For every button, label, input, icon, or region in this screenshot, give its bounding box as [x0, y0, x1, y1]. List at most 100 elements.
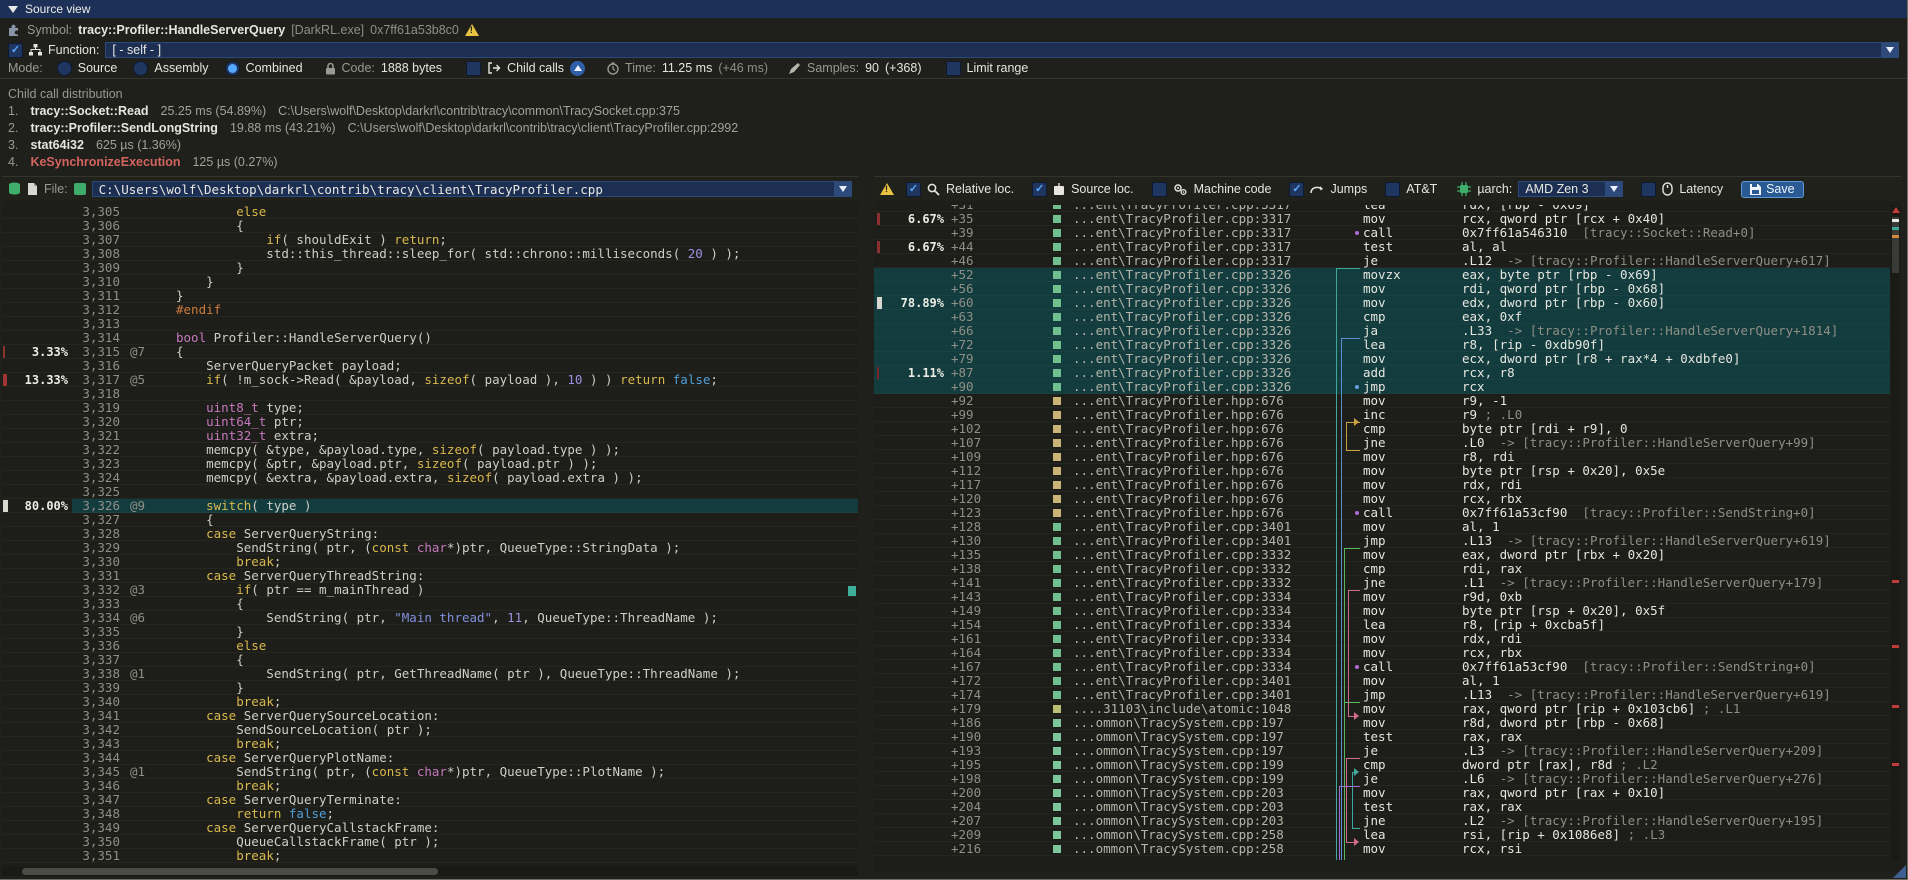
source-location[interactable]: ...ommon\TracySystem.cpp:197: [1073, 744, 1284, 758]
source-line[interactable]: 3,305 else: [2, 205, 858, 219]
child-call-name[interactable]: stat64i32: [30, 138, 84, 152]
source-line[interactable]: 3,345 @1 SendString( ptr, (const char*)p…: [2, 765, 858, 779]
relative-loc-label[interactable]: Relative loc.: [946, 182, 1014, 196]
source-line[interactable]: 3,322 memcpy( &type, &payload.type, size…: [2, 443, 858, 457]
source-location[interactable]: ...ent\TracyProfiler.cpp:3326: [1073, 310, 1291, 324]
source-location[interactable]: ...ent\TracyProfiler.cpp:3326: [1073, 282, 1291, 296]
child-call-item[interactable]: 4. KeSynchronizeExecution 125 µs (0.27%): [8, 153, 1907, 170]
assembly-row[interactable]: +99 ...ent\TracyProfiler.hpp:676 inc r9 …: [874, 408, 1890, 422]
assembly-row[interactable]: +195 ...ommon\TracySystem.cpp:199 cmp dw…: [874, 758, 1890, 772]
child-call-item[interactable]: 2. tracy::Profiler::SendLongString 19.88…: [8, 119, 1907, 136]
machine-code-label[interactable]: Machine code: [1194, 182, 1272, 196]
jumps-label[interactable]: Jumps: [1330, 182, 1367, 196]
chevron-down-icon[interactable]: [1605, 182, 1622, 196]
source-line[interactable]: 3,350 QueueCallstackFrame( ptr );: [2, 835, 858, 849]
assembly-row[interactable]: +56 ...ent\TracyProfiler.cpp:3326 mov rd…: [874, 282, 1890, 296]
source-line[interactable]: 3,339 }: [2, 681, 858, 695]
source-location[interactable]: ...ent\TracyProfiler.hpp:676: [1073, 464, 1284, 478]
limit-range-label[interactable]: Limit range: [967, 61, 1029, 75]
window-titlebar[interactable]: Source view: [0, 0, 1907, 18]
function-checkbox[interactable]: [8, 43, 23, 58]
child-call-name[interactable]: tracy::Socket::Read: [30, 104, 148, 118]
source-location[interactable]: ...ent\TracyProfiler.hpp:676: [1073, 394, 1284, 408]
source-line[interactable]: 3,340 break;: [2, 695, 858, 709]
source-location[interactable]: ...ommon\TracySystem.cpp:258: [1073, 828, 1284, 842]
assembly-row[interactable]: +130 ...ent\TracyProfiler.cpp:3401 jmp .…: [874, 534, 1890, 548]
source-location[interactable]: ...ent\TracyProfiler.cpp:3326: [1073, 366, 1291, 380]
source-line[interactable]: 3,320 uint64_t ptr;: [2, 415, 858, 429]
source-location[interactable]: ...ent\TracyProfiler.cpp:3326: [1073, 338, 1291, 352]
assembly-vertical-scrollbar[interactable]: [1891, 205, 1900, 860]
source-scroll-marker[interactable]: [848, 586, 856, 596]
source-location[interactable]: ...ent\TracyProfiler.cpp:3332: [1073, 562, 1291, 576]
assembly-row[interactable]: +198 ...ommon\TracySystem.cpp:199 je .L6…: [874, 772, 1890, 786]
assembly-row[interactable]: 78.89% +60 ...ent\TracyProfiler.cpp:3326…: [874, 296, 1890, 310]
save-button[interactable]: Save: [1741, 181, 1804, 198]
limit-range-checkbox[interactable]: [946, 61, 961, 76]
source-line[interactable]: 3,348 return false;: [2, 807, 858, 821]
assembly-row[interactable]: +90 ...ent\TracyProfiler.cpp:3326 jmp rc…: [874, 380, 1890, 394]
source-location[interactable]: ...ent\TracyProfiler.cpp:3317: [1073, 254, 1291, 268]
assembly-row[interactable]: +79 ...ent\TracyProfiler.cpp:3326 mov ec…: [874, 352, 1890, 366]
source-location[interactable]: ...ommon\TracySystem.cpp:197: [1073, 730, 1284, 744]
source-location[interactable]: ...ent\TracyProfiler.cpp:3334: [1073, 632, 1291, 646]
source-line[interactable]: 3,346 break;: [2, 779, 858, 793]
assembly-row[interactable]: +172 ...ent\TracyProfiler.cpp:3401 mov a…: [874, 674, 1890, 688]
source-line[interactable]: 3,321 uint32_t extra;: [2, 429, 858, 443]
source-location[interactable]: ...ent\TracyProfiler.hpp:676: [1073, 408, 1284, 422]
chevron-down-icon[interactable]: [834, 182, 851, 196]
source-location[interactable]: ...ent\TracyProfiler.cpp:3326: [1073, 324, 1291, 338]
jumps-checkbox[interactable]: [1289, 182, 1304, 197]
assembly-row[interactable]: 6.67% +35 ...ent\TracyProfiler.cpp:3317 …: [874, 212, 1890, 226]
latency-checkbox[interactable]: [1641, 182, 1656, 197]
march-select[interactable]: AMD Zen 3: [1518, 181, 1623, 197]
collapse-icon[interactable]: [8, 6, 18, 13]
window-resize-grip[interactable]: [1893, 865, 1906, 878]
assembly-row[interactable]: +63 ...ent\TracyProfiler.cpp:3326 cmp ea…: [874, 310, 1890, 324]
source-location[interactable]: ...ent\TracyProfiler.hpp:676: [1073, 436, 1284, 450]
assembly-row[interactable]: +193 ...ommon\TracySystem.cpp:197 je .L3…: [874, 744, 1890, 758]
source-line[interactable]: 3,324 memcpy( &extra, &payload.extra, si…: [2, 471, 858, 485]
assembly-row[interactable]: 6.67% +44 ...ent\TracyProfiler.cpp:3317 …: [874, 240, 1890, 254]
assembly-row[interactable]: +52 ...ent\TracyProfiler.cpp:3326 movzx …: [874, 268, 1890, 282]
att-label[interactable]: AT&T: [1406, 182, 1437, 196]
source-location[interactable]: ...ent\TracyProfiler.cpp:3332: [1073, 576, 1291, 590]
source-line[interactable]: 3,328 case ServerQueryString:: [2, 527, 858, 541]
scrollbar-thumb[interactable]: [22, 868, 438, 875]
source-line[interactable]: 3,331 case ServerQueryThreadString:: [2, 569, 858, 583]
child-calls-label[interactable]: Child calls: [507, 61, 564, 75]
source-loc-checkbox[interactable]: [1032, 182, 1047, 197]
assembly-row[interactable]: +167 ...ent\TracyProfiler.cpp:3334 call …: [874, 660, 1890, 674]
assembly-row[interactable]: +102 ...ent\TracyProfiler.hpp:676 cmp by…: [874, 422, 1890, 436]
source-location[interactable]: ...ommon\TracySystem.cpp:199: [1073, 758, 1284, 772]
machine-code-checkbox[interactable]: [1152, 182, 1167, 197]
source-line[interactable]: 3,313: [2, 317, 858, 331]
radio-source-label[interactable]: Source: [78, 61, 118, 75]
assembly-row[interactable]: +141 ...ent\TracyProfiler.cpp:3332 jne .…: [874, 576, 1890, 590]
relative-loc-checkbox[interactable]: [906, 182, 921, 197]
assembly-row[interactable]: +66 ...ent\TracyProfiler.cpp:3326 ja .L3…: [874, 324, 1890, 338]
source-line[interactable]: 3,318: [2, 387, 858, 401]
source-location[interactable]: ....31103\include\atomic:1048: [1073, 702, 1291, 716]
assembly-row[interactable]: +186 ...ommon\TracySystem.cpp:197 mov r8…: [874, 716, 1890, 730]
assembly-row[interactable]: +200 ...ommon\TracySystem.cpp:203 mov ra…: [874, 786, 1890, 800]
source-location[interactable]: ...ent\TracyProfiler.cpp:3317: [1073, 240, 1291, 254]
source-line[interactable]: 3,338 @1 SendString( ptr, GetThreadName(…: [2, 667, 858, 681]
warning-icon[interactable]: [465, 24, 479, 36]
source-line[interactable]: 3,310 }: [2, 275, 858, 289]
source-line[interactable]: 3,332 @3 if( ptr == m_mainThread ): [2, 583, 858, 597]
source-line[interactable]: 3,308 std::this_thread::sleep_for( std::…: [2, 247, 858, 261]
function-select[interactable]: [ - self - ]: [105, 42, 1899, 58]
assembly-row[interactable]: +135 ...ent\TracyProfiler.cpp:3332 mov e…: [874, 548, 1890, 562]
assembly-row[interactable]: +216 ...ommon\TracySystem.cpp:258 mov rc…: [874, 842, 1890, 856]
assembly-code-view[interactable]: +31 ...ent\TracyProfiler.cpp:3317 lea rd…: [874, 205, 1890, 860]
source-line[interactable]: 3,337 {: [2, 653, 858, 667]
source-line[interactable]: 3,333 {: [2, 597, 858, 611]
assembly-row[interactable]: +128 ...ent\TracyProfiler.cpp:3401 mov a…: [874, 520, 1890, 534]
source-line[interactable]: 3,335 }: [2, 625, 858, 639]
source-line[interactable]: 3,329 SendString( ptr, (const char*)ptr,…: [2, 541, 858, 555]
source-line[interactable]: 3,306 {: [2, 219, 858, 233]
source-line[interactable]: 80.00% 3,326 @9 switch( type ): [2, 499, 858, 513]
assembly-row[interactable]: +179 ....31103\include\atomic:1048 mov r…: [874, 702, 1890, 716]
source-loc-label[interactable]: Source loc.: [1071, 182, 1134, 196]
